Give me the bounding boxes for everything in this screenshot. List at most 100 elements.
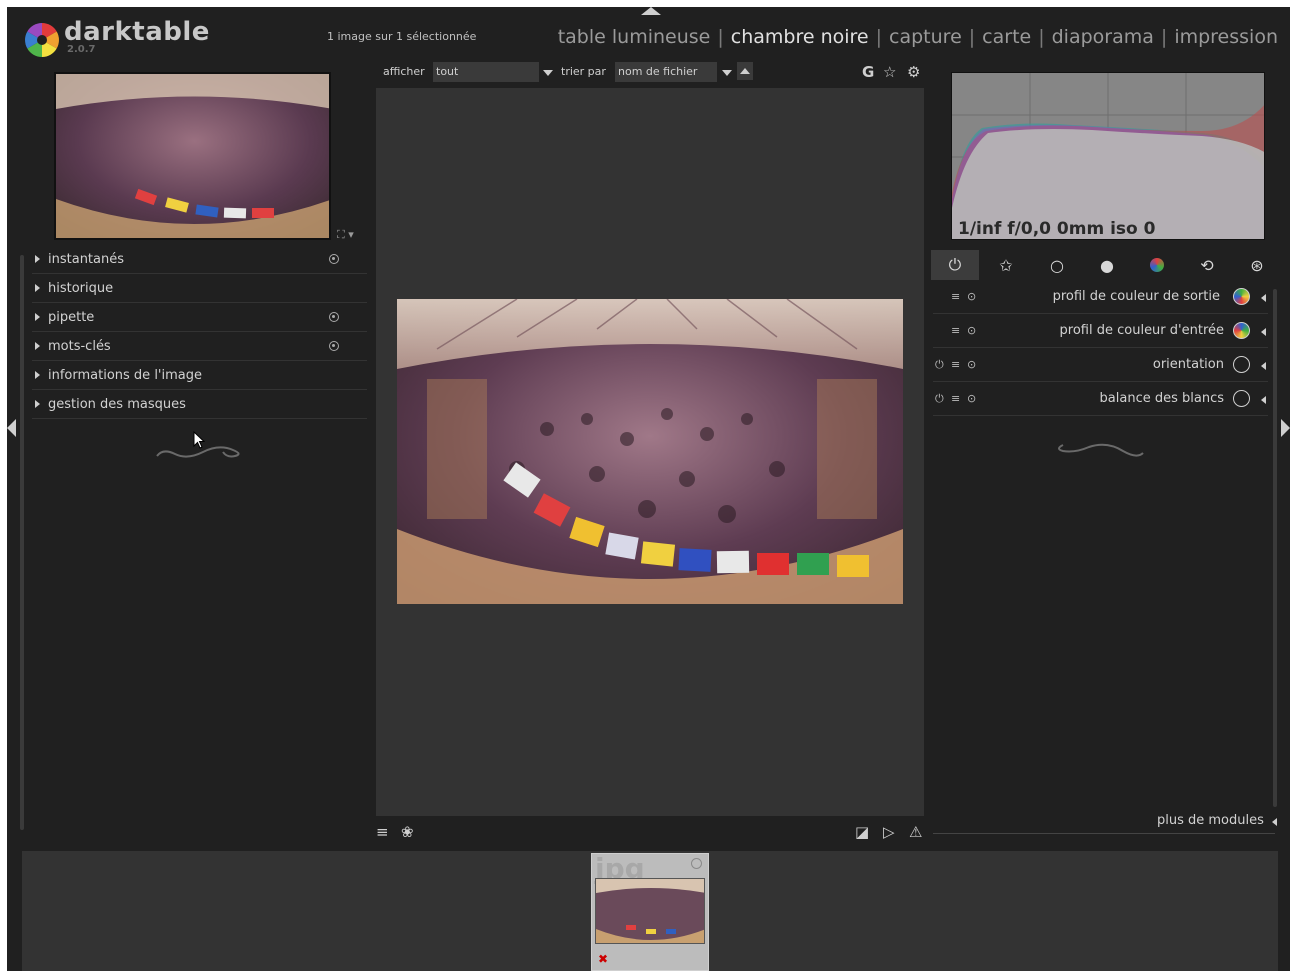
styles-icon[interactable]: ❀ <box>401 823 414 841</box>
group-correction-rotate-icon[interactable]: ⟲ <box>1183 250 1231 280</box>
more-modules-arrow-icon[interactable] <box>1272 818 1277 826</box>
expand-arrow-icon <box>35 255 40 263</box>
show-dropdown-icon[interactable] <box>543 70 553 76</box>
module-power-icon[interactable]: ⏻ <box>935 358 944 372</box>
presets-icon[interactable]: ⊙ <box>967 324 976 337</box>
module-color-picker[interactable]: pipette <box>32 303 367 332</box>
module-power-icon[interactable]: ⏻ <box>935 392 944 406</box>
view-lighttable[interactable]: table lumineuse <box>558 26 711 48</box>
presets-icon[interactable] <box>329 341 339 351</box>
color-profile-icon <box>1233 322 1250 339</box>
module-label: mots-clés <box>48 338 111 354</box>
preferences-gear-icon[interactable]: ⚙ <box>907 63 920 81</box>
grouping-button[interactable]: G <box>862 63 874 81</box>
orientation-icon <box>1233 356 1250 373</box>
module-expand-arrow-icon[interactable] <box>1261 328 1266 336</box>
module-expand-arrow-icon[interactable] <box>1261 294 1266 302</box>
module-label: historique <box>48 280 114 296</box>
sort-label: trier par <box>561 65 606 78</box>
module-orientation[interactable]: ⏻ ≡ ⊙ orientation <box>933 349 1268 382</box>
expand-arrow-icon <box>35 313 40 321</box>
mouse-cursor-icon <box>193 431 205 449</box>
module-label: instantanés <box>48 251 125 267</box>
module-mask-manager[interactable]: gestion des masques <box>32 390 367 419</box>
reject-icon[interactable]: ✖ <box>598 952 608 966</box>
view-separator: | <box>1160 26 1168 48</box>
module-output-color-profile[interactable]: ≡ ⊙ profil de couleur de sortie <box>933 281 1268 314</box>
view-map[interactable]: carte <box>982 26 1031 48</box>
navigation-zoom-icon[interactable]: ⛶ ▾ <box>337 228 354 242</box>
multi-instance-icon[interactable]: ≡ <box>951 358 960 371</box>
histogram[interactable] <box>951 72 1265 240</box>
view-switcher: table lumineuse | chambre noire | capture | ca… <box>558 26 1278 48</box>
app-name: darktable <box>64 17 210 47</box>
raw-overexposed-icon[interactable]: ▷ <box>883 823 895 841</box>
sort-dropdown-icon[interactable] <box>722 70 732 76</box>
show-label: afficher <box>383 65 425 78</box>
overexposed-toggle-icon[interactable]: ◪ <box>855 823 869 841</box>
sort-direction-button[interactable] <box>737 62 753 80</box>
gamut-check-icon[interactable]: ⚠ <box>909 823 922 841</box>
multi-instance-icon[interactable]: ≡ <box>951 290 960 303</box>
main-image-content <box>397 299 903 604</box>
presets-icon[interactable]: ⊙ <box>967 290 976 303</box>
view-slideshow[interactable]: diaporama <box>1052 26 1154 48</box>
more-modules-divider <box>933 833 1275 834</box>
view-separator: | <box>717 26 724 48</box>
left-panel-collapse-icon[interactable] <box>7 419 16 437</box>
thumbnail-image-content <box>596 879 704 943</box>
group-effects-icon[interactable]: ⊛ <box>1233 250 1281 280</box>
group-color-icon[interactable] <box>1133 250 1181 280</box>
sort-by-combobox[interactable]: nom de fichier <box>615 62 717 82</box>
presets-icon[interactable]: ⊙ <box>967 358 976 371</box>
quick-access-menu-icon[interactable]: ≡ <box>376 823 389 841</box>
filmstrip-thumbnail[interactable]: jpg ✖ <box>591 853 709 971</box>
module-white-balance[interactable]: ⏻ ≡ ⊙ balance des blancs <box>933 383 1268 416</box>
expand-arrow-icon <box>35 284 40 292</box>
thumbnail-close-icon[interactable] <box>691 858 702 869</box>
expand-arrow-icon <box>35 400 40 408</box>
module-image-information[interactable]: informations de l'image <box>32 361 367 390</box>
presets-icon[interactable] <box>329 254 339 264</box>
module-label: orientation <box>1152 357 1224 372</box>
right-panel-scrollbar[interactable] <box>1273 289 1277 807</box>
thermometer-icon <box>1233 390 1250 407</box>
module-label: informations de l'image <box>48 367 202 383</box>
presets-icon[interactable]: ⊙ <box>967 392 976 405</box>
show-filter-combobox[interactable]: tout <box>433 62 539 82</box>
group-active-modules-power-icon[interactable]: ⏻ <box>931 250 979 280</box>
main-image[interactable] <box>397 299 903 604</box>
more-modules-button[interactable]: plus de modules <box>1157 813 1264 828</box>
view-tethering[interactable]: capture <box>889 26 962 48</box>
view-separator: | <box>968 26 976 48</box>
presets-icon[interactable] <box>329 312 339 322</box>
group-basic-circle-icon[interactable]: ○ <box>1033 250 1081 280</box>
right-panel-collapse-icon[interactable] <box>1281 419 1290 437</box>
group-tone-sphere-icon[interactable]: ● <box>1083 250 1131 280</box>
module-snapshots[interactable]: instantanés <box>32 245 367 274</box>
top-panel-collapse-icon[interactable] <box>641 7 661 15</box>
star-overlay-icon[interactable]: ☆ <box>883 63 896 81</box>
module-expand-arrow-icon[interactable] <box>1261 362 1266 370</box>
expand-arrow-icon <box>35 342 40 350</box>
module-input-color-profile[interactable]: ≡ ⊙ profil de couleur d'entrée <box>933 315 1268 348</box>
navigation-preview[interactable] <box>54 72 331 240</box>
module-label: pipette <box>48 309 95 325</box>
module-groups-bar: ⏻ ✩ ○ ● ⟲ ⊛ <box>931 250 1271 280</box>
left-panel-scrollbar[interactable] <box>20 255 24 830</box>
filter-bar: afficher tout trier par nom de fichier <box>383 62 928 86</box>
view-print[interactable]: impression <box>1174 26 1278 48</box>
app-version: 2.0.7 <box>67 44 96 55</box>
module-label: profil de couleur de sortie <box>1052 289 1220 304</box>
multi-instance-icon[interactable]: ≡ <box>951 392 960 405</box>
color-wheel-icon <box>1150 258 1164 272</box>
darktable-logo-icon <box>25 23 59 57</box>
module-expand-arrow-icon[interactable] <box>1261 396 1266 404</box>
module-tagging[interactable]: mots-clés <box>32 332 367 361</box>
group-favorites-star-icon[interactable]: ✩ <box>982 250 1030 280</box>
module-label: gestion des masques <box>48 396 186 412</box>
module-history[interactable]: historique <box>32 274 367 303</box>
view-darkroom[interactable]: chambre noire <box>731 26 869 48</box>
left-module-list: instantanés historique pipette mots-clés… <box>32 245 367 419</box>
multi-instance-icon[interactable]: ≡ <box>951 324 960 337</box>
